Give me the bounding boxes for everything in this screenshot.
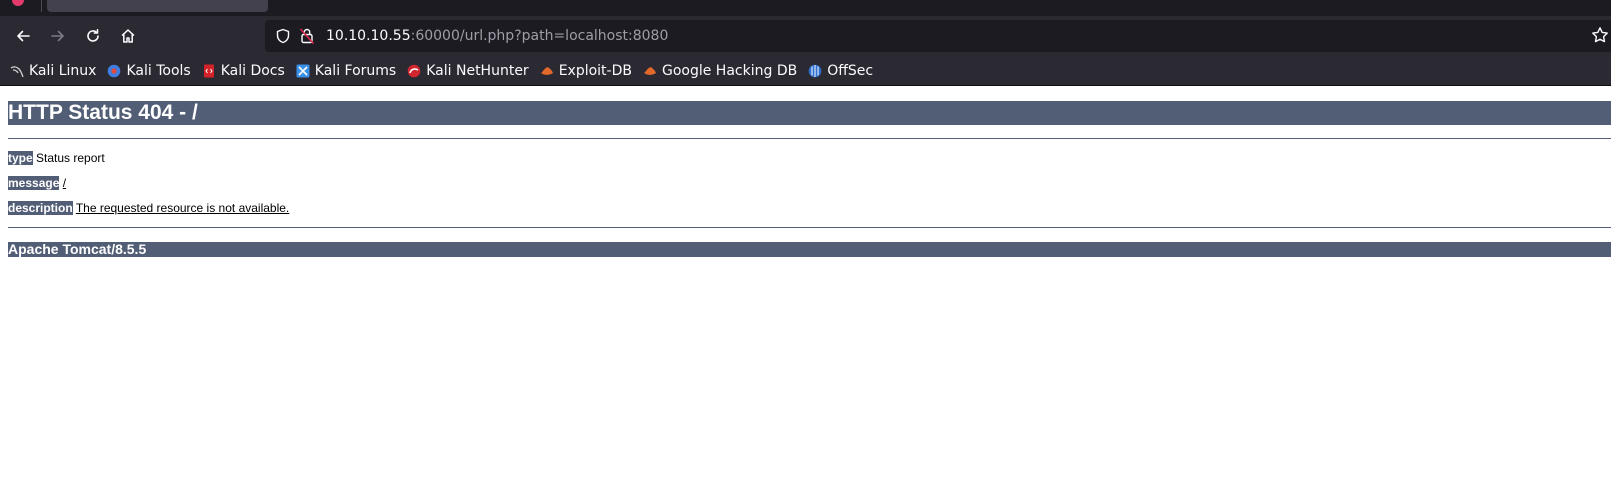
tab-divider <box>41 0 42 12</box>
back-arrow-icon <box>17 30 30 42</box>
url-text[interactable]: 10.10.10.55:60000/url.php?path=localhost… <box>326 20 668 52</box>
type-label: type <box>8 151 33 165</box>
bookmark-offsec[interactable]: OffSec <box>808 63 873 79</box>
kali-dragon-icon <box>10 65 24 77</box>
offsec-icon <box>808 64 822 77</box>
tab-strip <box>0 0 1611 16</box>
description-row: description The requested resource is no… <box>8 201 289 215</box>
browser-menu-icon[interactable] <box>12 0 24 6</box>
reload-button[interactable] <box>79 22 107 50</box>
tracking-protection-shield-icon[interactable] <box>275 28 291 44</box>
bookmark-label: Kali Docs <box>220 62 285 79</box>
message-label: message <box>8 176 60 190</box>
bookmark-google-hacking-db[interactable]: Google Hacking DB <box>643 63 797 79</box>
bookmark-label: Google Hacking DB <box>661 62 798 79</box>
description-value: The requested resource is not available. <box>75 201 290 215</box>
kali-tools-icon <box>108 64 121 77</box>
server-info: Apache Tomcat/8.5.5 <box>8 242 1611 257</box>
forward-arrow-icon <box>51 30 64 42</box>
kali-forums-icon <box>296 64 310 77</box>
reload-icon <box>87 29 99 42</box>
insecure-lock-icon[interactable] <box>299 27 315 45</box>
back-button[interactable] <box>9 22 37 50</box>
description-label: description <box>8 201 73 215</box>
exploit-db-icon <box>540 66 553 75</box>
bookmark-kali-tools[interactable]: Kali Tools <box>107 62 191 79</box>
divider-bottom <box>8 227 1611 228</box>
kali-docs-icon <box>203 64 214 77</box>
bookmark-star-icon[interactable] <box>1591 26 1609 44</box>
type-value: Status report <box>36 151 105 165</box>
forward-button[interactable] <box>44 22 72 50</box>
url-bar[interactable]: 10.10.10.55:60000/url.php?path=localhost… <box>265 20 1611 52</box>
home-icon <box>121 29 135 43</box>
bookmarks-toolbar: Kali Linux Kali Tools Kali Docs Kali For… <box>0 56 1611 86</box>
bookmark-kali-linux[interactable]: Kali Linux <box>10 63 96 79</box>
message-value: / <box>62 176 67 190</box>
bookmark-kali-forums[interactable]: Kali Forums <box>296 63 396 79</box>
bookmark-kali-docs[interactable]: Kali Docs <box>202 63 285 79</box>
bookmark-kali-nethunter[interactable]: Kali NetHunter <box>407 62 529 79</box>
type-row: type Status report <box>8 151 105 165</box>
google-hacking-db-icon <box>643 66 656 75</box>
divider-top <box>8 138 1611 139</box>
message-row: message / <box>8 176 66 190</box>
tab-active[interactable] <box>47 0 268 12</box>
url-path: :60000/url.php?path=localhost:8080 <box>410 28 669 44</box>
bookmark-label: Kali Forums <box>314 62 397 79</box>
tab-inactive[interactable] <box>284 0 564 12</box>
page-title: HTTP Status 404 - / <box>8 101 1611 125</box>
bookmark-label: Kali Tools <box>126 62 191 79</box>
page-content: HTTP Status 404 - / type Status report m… <box>0 87 1611 486</box>
bookmark-label: OffSec <box>827 62 874 79</box>
navigation-toolbar: 10.10.10.55:60000/url.php?path=localhost… <box>0 16 1611 56</box>
kali-nethunter-icon <box>407 64 421 77</box>
url-host: 10.10.10.55 <box>326 28 411 44</box>
bookmark-label: Kali NetHunter <box>426 62 529 79</box>
home-button[interactable] <box>114 22 142 50</box>
bookmark-exploit-db[interactable]: Exploit-DB <box>540 63 632 79</box>
bookmark-label: Exploit-DB <box>558 62 632 79</box>
bookmark-label: Kali Linux <box>29 62 97 79</box>
